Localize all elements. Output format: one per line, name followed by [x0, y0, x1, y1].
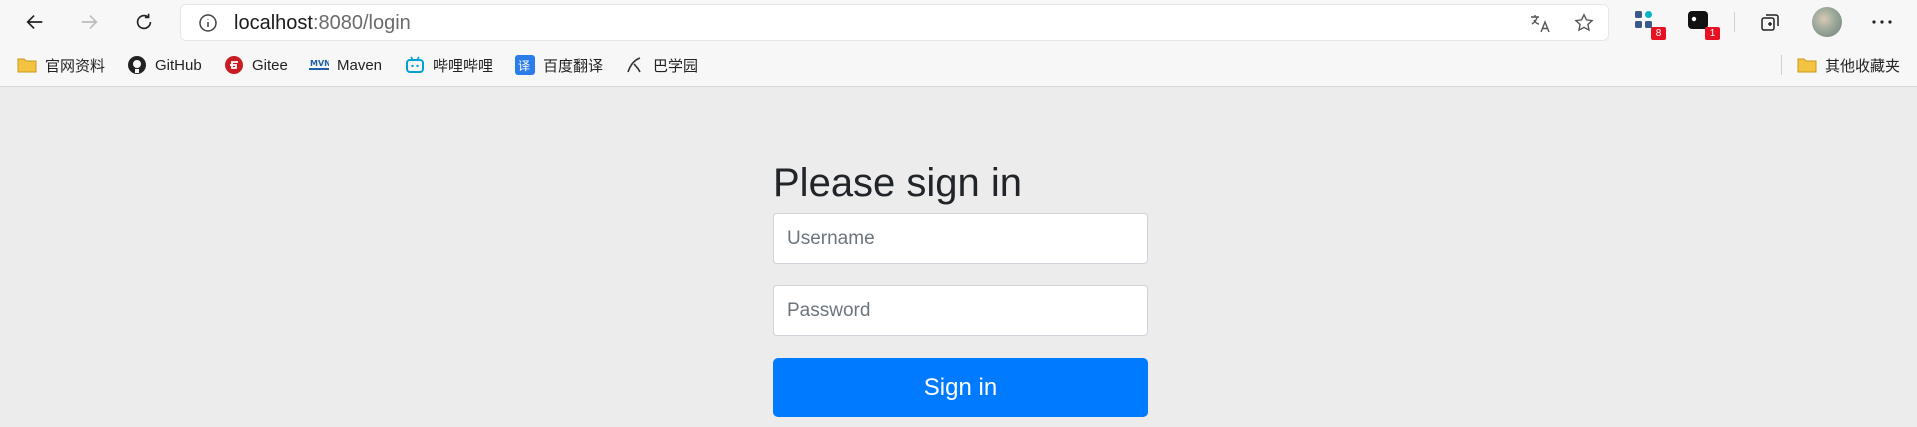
forward-button[interactable]	[71, 4, 107, 40]
url-text[interactable]: localhost:8080/login	[234, 13, 411, 33]
extension-badge: 8	[1651, 27, 1666, 40]
more-icon	[1872, 20, 1892, 24]
arrow-right-icon	[81, 14, 98, 30]
folder-icon	[17, 55, 37, 75]
translate-icon	[1531, 15, 1550, 33]
folder-icon	[1797, 55, 1817, 75]
extension-badge: 1	[1705, 27, 1720, 40]
back-button[interactable]	[17, 4, 53, 40]
bookmark-label: Maven	[337, 56, 383, 74]
bookmark-item[interactable]: 巴学园	[625, 54, 698, 76]
username-input[interactable]	[773, 213, 1148, 264]
bookmark-label: 百度翻译	[543, 57, 604, 75]
login-page: Please sign in Sign in	[0, 87, 1917, 427]
extension-dark-button[interactable]: 1	[1686, 8, 1720, 40]
bookmark-item[interactable]: 哔哩哔哩	[405, 54, 493, 76]
bookmark-item[interactable]: 官网资料	[17, 54, 105, 76]
settings-menu-button[interactable]	[1870, 12, 1898, 40]
svg-text:MVN: MVN	[310, 59, 329, 68]
gitee-icon	[224, 55, 244, 75]
bookmark-item[interactable]: GitHub	[127, 54, 202, 76]
baidu-translate-icon: 译	[515, 55, 535, 75]
translate-button[interactable]	[1528, 11, 1552, 35]
svg-text:译: 译	[518, 59, 530, 73]
bookmark-label: 巴学园	[653, 57, 699, 75]
favorite-button[interactable]	[1572, 11, 1596, 35]
bookmark-label: GitHub	[155, 56, 202, 74]
bilibili-icon	[405, 55, 425, 75]
refresh-button[interactable]	[126, 4, 162, 40]
refresh-icon	[136, 13, 152, 30]
other-bookmarks-folder[interactable]: 其他收藏夹	[1797, 54, 1900, 76]
toolbar-divider	[1734, 12, 1735, 32]
extension-grid-button[interactable]: 8	[1632, 8, 1666, 40]
bookmark-label: 官网资料	[45, 57, 106, 75]
sign-in-button[interactable]: Sign in	[773, 358, 1148, 417]
bookmark-item[interactable]: MVN Maven	[309, 54, 382, 76]
arrow-left-icon	[26, 14, 43, 30]
bookmark-item[interactable]: Gitee	[224, 54, 288, 76]
bookmarks-divider	[1781, 55, 1782, 75]
profile-avatar[interactable]	[1812, 7, 1842, 37]
bookmarks-bar: 官网资料 GitHub Gitee MVN Maven 哔哩哔哩 译 百度翻译 …	[0, 44, 1917, 87]
baxueyuan-icon	[625, 55, 645, 75]
url-host: localhost	[234, 12, 313, 34]
github-icon	[127, 55, 147, 75]
collections-button[interactable]	[1758, 10, 1786, 38]
info-icon[interactable]	[198, 13, 218, 33]
password-input[interactable]	[773, 285, 1148, 336]
address-bar[interactable]: localhost:8080/login	[180, 4, 1609, 41]
page-title: Please sign in	[773, 161, 1023, 205]
collections-icon	[1761, 14, 1779, 31]
maven-icon: MVN	[309, 55, 329, 75]
url-path: :8080/login	[312, 12, 411, 34]
bookmark-label: Gitee	[252, 56, 288, 74]
bookmark-label: 其他收藏夹	[1825, 57, 1901, 75]
bookmark-label: 哔哩哔哩	[433, 57, 494, 75]
browser-toolbar: localhost:8080/login 8 1	[0, 0, 1917, 44]
star-icon	[1574, 13, 1594, 32]
bookmark-item[interactable]: 译 百度翻译	[515, 54, 603, 76]
